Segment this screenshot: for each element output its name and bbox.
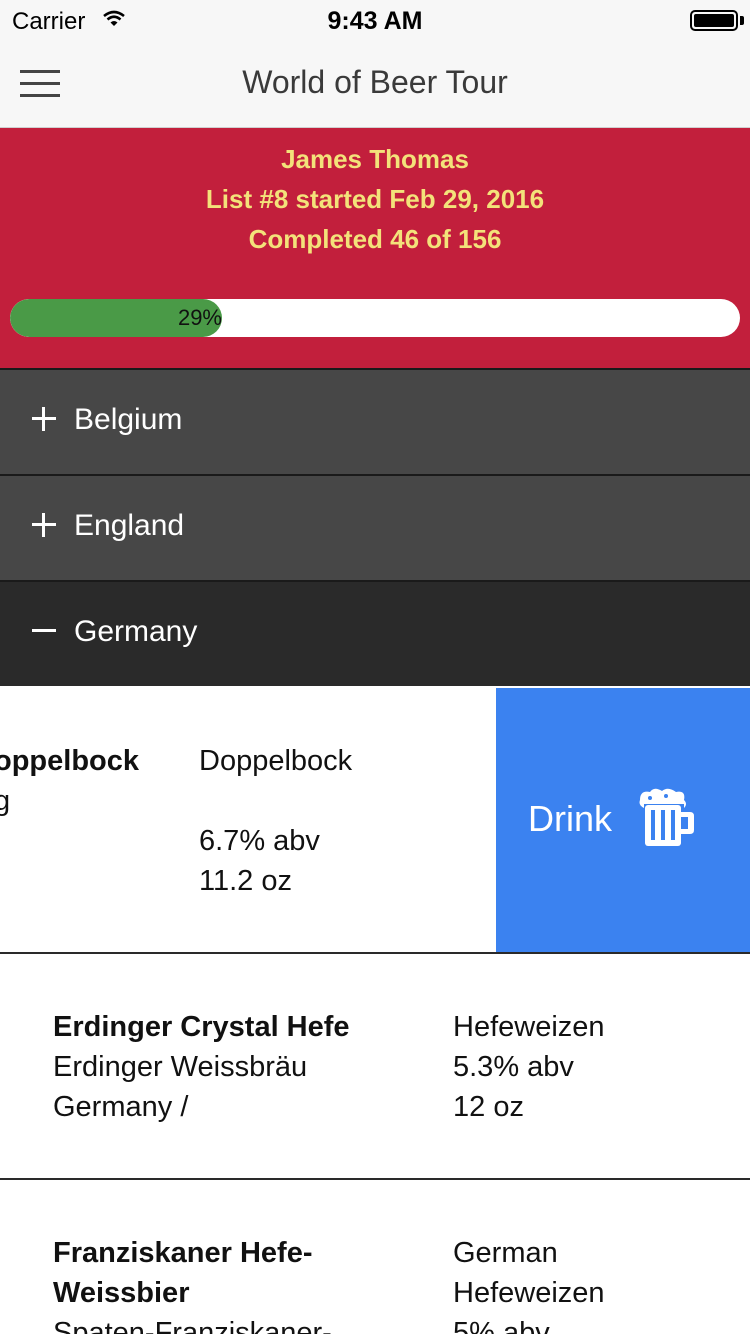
beer-details: Doppelbock 6.7% abv 11.2 oz: [199, 741, 352, 901]
battery-icon: [690, 10, 738, 31]
beer-abv: 5% abv: [453, 1317, 550, 1334]
country-name: Germany: [74, 615, 198, 648]
user-name: James Thomas: [281, 144, 469, 174]
country-name: Belgium: [74, 403, 183, 436]
beer-brewery: g: [0, 781, 139, 821]
beer-name-line1: Franziskaner Hefe-: [53, 1237, 313, 1269]
beer-details: Hefeweizen 5.3% abv 12 oz: [453, 1007, 605, 1127]
beer-mug-icon: [639, 788, 694, 846]
country-row-germany[interactable]: Germany: [0, 580, 750, 686]
nav-bar: World of Beer Tour: [0, 40, 750, 128]
status-time: 9:43 AM: [327, 7, 423, 35]
status-bar: Carrier 9:43 AM: [0, 0, 750, 40]
progress-summary: James Thomas List #8 started Feb 29, 201…: [0, 128, 750, 368]
beer-name: Erdinger Crystal Hefe: [53, 1011, 350, 1043]
beer-style-line2: Hefeweizen: [453, 1277, 605, 1309]
beer-info: Franziskaner Hefe- Weissbier Spaten-Fran…: [53, 1233, 332, 1334]
progress-percent-label: 29%: [177, 305, 222, 330]
beer-info: oppelbock g: [0, 741, 139, 821]
country-name: England: [74, 509, 185, 542]
beer-name: oppelbock: [0, 745, 140, 777]
list-info: List #8 started Feb 29, 2016: [205, 184, 545, 214]
page-title: World of Beer Tour: [242, 64, 508, 100]
beer-brewery: Spaten-Franziskaner-: [53, 1317, 332, 1334]
beer-style: Doppelbock: [199, 745, 353, 777]
beer-style: Hefeweizen: [453, 1011, 605, 1043]
beer-row-franziskaner[interactable]: Franziskaner Hefe- Weissbier Spaten-Fran…: [0, 1180, 750, 1334]
beer-origin: Germany /: [53, 1091, 189, 1123]
country-row-belgium[interactable]: Belgium: [0, 368, 750, 474]
beer-abv: 6.7% abv: [199, 825, 320, 857]
beer-size: 12 oz: [453, 1091, 524, 1123]
plus-icon: [32, 407, 56, 431]
completed-count: Completed 46 of 156: [248, 224, 502, 254]
beer-name-line2: Weissbier: [53, 1277, 190, 1309]
battery-tip: [740, 16, 744, 25]
plus-icon: [32, 513, 56, 537]
drink-button[interactable]: Drink: [496, 688, 750, 952]
beer-size: 11.2 oz: [199, 865, 292, 897]
beer-brewery: Erdinger Weissbräu: [53, 1051, 308, 1083]
country-row-england[interactable]: England: [0, 474, 750, 580]
beer-info: Erdinger Crystal Hefe Erdinger Weissbräu…: [53, 1007, 350, 1127]
beer-style-line1: German: [453, 1237, 558, 1269]
minus-icon: [32, 619, 56, 643]
beer-abv: 5.3% abv: [453, 1051, 574, 1083]
beer-row-doppelbock[interactable]: oppelbock g Doppelbock 6.7% abv 11.2 oz …: [0, 688, 750, 954]
beer-row-erdinger[interactable]: Erdinger Crystal Hefe Erdinger Weissbräu…: [0, 954, 750, 1180]
progress-bar: 29%: [10, 299, 740, 337]
beer-details: German Hefeweizen 5% abv: [453, 1233, 605, 1334]
drink-button-label: Drink: [528, 798, 613, 839]
